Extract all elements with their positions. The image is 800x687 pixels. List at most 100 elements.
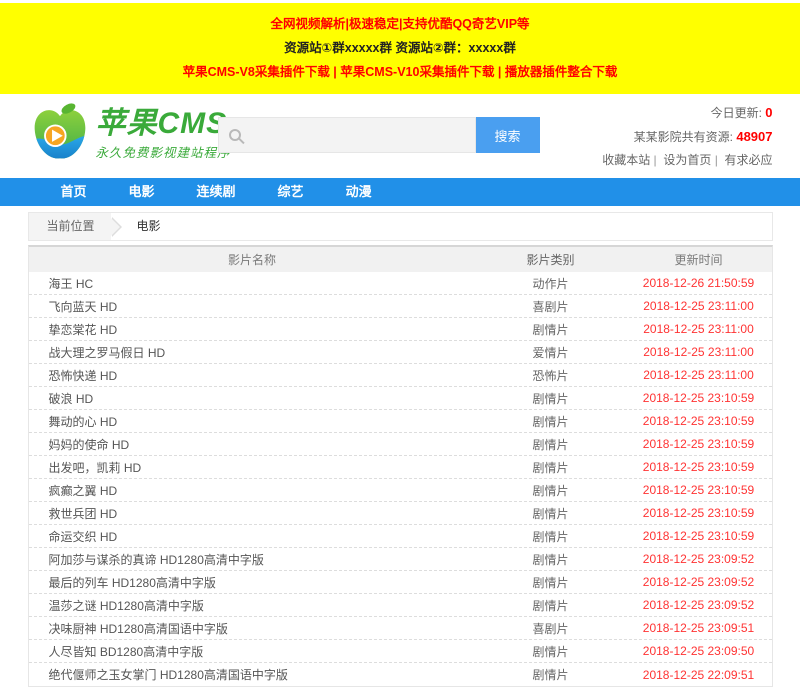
movie-name-link[interactable]: 海王 HC bbox=[29, 275, 476, 292]
movie-name-link[interactable]: 救世兵团 HD bbox=[29, 505, 476, 522]
quick-link[interactable]: 收藏本站 bbox=[602, 153, 650, 167]
today-update-label: 今日更新: bbox=[711, 106, 762, 120]
movie-category-link[interactable]: 动作片 bbox=[476, 275, 626, 292]
site-header: 苹果CMS 永久免费影视建站程序 搜索 今日更新: 0 某某影院共有资源: 48… bbox=[28, 94, 773, 178]
table-row[interactable]: 恐怖快递 HD 恐怖片 2018-12-25 23:11:00 bbox=[29, 364, 772, 387]
table-row[interactable]: 命运交织 HD 剧情片 2018-12-25 23:10:59 bbox=[29, 525, 772, 548]
table-row[interactable]: 战大理之罗马假日 HD 爱情片 2018-12-25 23:11:00 bbox=[29, 341, 772, 364]
nav-item[interactable]: 电影 bbox=[108, 178, 176, 206]
apple-play-logo-icon bbox=[30, 102, 90, 167]
movie-update-time: 2018-12-25 23:09:52 bbox=[626, 575, 772, 589]
table-row[interactable]: 救世兵团 HD 剧情片 2018-12-25 23:10:59 bbox=[29, 502, 772, 525]
movie-category-link[interactable]: 剧情片 bbox=[476, 413, 626, 430]
movie-update-time: 2018-12-25 22:09:51 bbox=[626, 668, 772, 682]
movie-name-link[interactable]: 恐怖快递 HD bbox=[29, 367, 476, 384]
movie-table-header: 影片名称 影片类别 更新时间 bbox=[29, 247, 772, 272]
table-row[interactable]: 人尽皆知 BD1280高清中字版 剧情片 2018-12-25 23:09:50 bbox=[29, 640, 772, 663]
search-button[interactable]: 搜索 bbox=[476, 117, 540, 153]
movie-category-link[interactable]: 剧情片 bbox=[476, 390, 626, 407]
movie-name-link[interactable]: 破浪 HD bbox=[29, 390, 476, 407]
search-icon bbox=[229, 129, 241, 141]
movie-table-body: 海王 HC 动作片 2018-12-26 21:50:59 飞向蓝天 HD 喜剧… bbox=[29, 272, 772, 686]
movie-category-link[interactable]: 剧情片 bbox=[476, 436, 626, 453]
movie-update-time: 2018-12-25 23:09:52 bbox=[626, 598, 772, 612]
movie-update-time: 2018-12-25 23:10:59 bbox=[626, 529, 772, 543]
breadcrumb-current-page[interactable]: 电影 bbox=[137, 213, 161, 240]
table-row[interactable]: 挚恋棠花 HD 剧情片 2018-12-25 23:11:00 bbox=[29, 318, 772, 341]
movie-update-time: 2018-12-25 23:10:59 bbox=[626, 414, 772, 428]
table-row[interactable]: 决味厨神 HD1280高清国语中字版 喜剧片 2018-12-25 23:09:… bbox=[29, 617, 772, 640]
movie-category-link[interactable]: 剧情片 bbox=[476, 505, 626, 522]
table-row[interactable]: 妈妈的使命 HD 剧情片 2018-12-25 23:10:59 bbox=[29, 433, 772, 456]
table-row[interactable]: 出发吧，凯莉 HD 剧情片 2018-12-25 23:10:59 bbox=[29, 456, 772, 479]
nav-item[interactable]: 综艺 bbox=[257, 178, 325, 206]
movie-update-time: 2018-12-25 23:11:00 bbox=[626, 345, 772, 359]
movie-name-link[interactable]: 战大理之罗马假日 HD bbox=[29, 344, 476, 361]
search-input[interactable] bbox=[241, 120, 475, 150]
nav-item[interactable]: 连续剧 bbox=[176, 178, 257, 206]
movie-name-link[interactable]: 绝代偃师之玉女掌门 HD1280高清国语中字版 bbox=[29, 666, 476, 683]
movie-category-link[interactable]: 剧情片 bbox=[476, 574, 626, 591]
movie-name-link[interactable]: 妈妈的使命 HD bbox=[29, 436, 476, 453]
search-bar: 搜索 bbox=[218, 117, 540, 153]
table-row[interactable]: 舞动的心 HD 剧情片 2018-12-25 23:10:59 bbox=[29, 410, 772, 433]
table-row[interactable]: 绝代偃师之玉女掌门 HD1280高清国语中字版 剧情片 2018-12-25 2… bbox=[29, 663, 772, 686]
today-update-stat: 今日更新: 0 bbox=[602, 101, 772, 125]
promo-banner: 全网视频解析|极速稳定|支持优酷QQ奇艺VIP等 资源站①群xxxxx群 资源站… bbox=[0, 3, 800, 94]
site-logo[interactable]: 苹果CMS 永久免费影视建站程序 bbox=[30, 102, 231, 167]
table-row[interactable]: 飞向蓝天 HD 喜剧片 2018-12-25 23:11:00 bbox=[29, 295, 772, 318]
header-movie-name: 影片名称 bbox=[29, 251, 476, 268]
movie-name-link[interactable]: 舞动的心 HD bbox=[29, 413, 476, 430]
movie-category-link[interactable]: 剧情片 bbox=[476, 321, 626, 338]
quick-link[interactable]: 有求必应 bbox=[711, 153, 772, 167]
movie-category-link[interactable]: 爱情片 bbox=[476, 344, 626, 361]
movie-category-link[interactable]: 剧情片 bbox=[476, 597, 626, 614]
movie-name-link[interactable]: 人尽皆知 BD1280高清中字版 bbox=[29, 643, 476, 660]
header-stats: 今日更新: 0 某某影院共有资源: 48907 收藏本站设为首页有求必应 bbox=[602, 101, 772, 172]
movie-update-time: 2018-12-25 23:09:52 bbox=[626, 552, 772, 566]
promo-line-1[interactable]: 全网视频解析|极速稳定|支持优酷QQ奇艺VIP等 bbox=[0, 12, 800, 36]
movie-category-link[interactable]: 喜剧片 bbox=[476, 620, 626, 637]
table-row[interactable]: 疯癫之翼 HD 剧情片 2018-12-25 23:10:59 bbox=[29, 479, 772, 502]
logo-title: 苹果CMS bbox=[96, 108, 231, 140]
promo-line-3[interactable]: 苹果CMS-V8采集插件下载 | 苹果CMS-V10采集插件下载 | 播放器插件… bbox=[0, 60, 800, 84]
movie-name-link[interactable]: 飞向蓝天 HD bbox=[29, 298, 476, 315]
logo-text: 苹果CMS 永久免费影视建站程序 bbox=[96, 108, 231, 161]
movie-name-link[interactable]: 最后的列车 HD1280高清中字版 bbox=[29, 574, 476, 591]
header-update-time: 更新时间 bbox=[626, 251, 772, 268]
movie-category-link[interactable]: 喜剧片 bbox=[476, 298, 626, 315]
movie-update-time: 2018-12-26 21:50:59 bbox=[626, 276, 772, 290]
movie-table: 影片名称 影片类别 更新时间 海王 HC 动作片 2018-12-26 21:5… bbox=[28, 245, 773, 687]
movie-category-link[interactable]: 恐怖片 bbox=[476, 367, 626, 384]
nav-items: 首页电影连续剧综艺动漫 bbox=[28, 178, 773, 206]
movie-name-link[interactable]: 温莎之谜 HD1280高清中字版 bbox=[29, 597, 476, 614]
movie-category-link[interactable]: 剧情片 bbox=[476, 482, 626, 499]
nav-item[interactable]: 首页 bbox=[40, 178, 108, 206]
table-row[interactable]: 破浪 HD 剧情片 2018-12-25 23:10:59 bbox=[29, 387, 772, 410]
movie-name-link[interactable]: 挚恋棠花 HD bbox=[29, 321, 476, 338]
table-row[interactable]: 温莎之谜 HD1280高清中字版 剧情片 2018-12-25 23:09:52 bbox=[29, 594, 772, 617]
total-resources-label: 某某影院共有资源: bbox=[634, 130, 733, 144]
movie-name-link[interactable]: 疯癫之翼 HD bbox=[29, 482, 476, 499]
search-input-wrap bbox=[218, 117, 476, 153]
movie-name-link[interactable]: 阿加莎与谋杀的真谛 HD1280高清中字版 bbox=[29, 551, 476, 568]
table-row[interactable]: 阿加莎与谋杀的真谛 HD1280高清中字版 剧情片 2018-12-25 23:… bbox=[29, 548, 772, 571]
movie-name-link[interactable]: 命运交织 HD bbox=[29, 528, 476, 545]
header-movie-category: 影片类别 bbox=[476, 251, 626, 268]
movie-name-link[interactable]: 出发吧，凯莉 HD bbox=[29, 459, 476, 476]
movie-category-link[interactable]: 剧情片 bbox=[476, 666, 626, 683]
quick-links: 收藏本站设为首页有求必应 bbox=[602, 149, 772, 172]
movie-update-time: 2018-12-25 23:10:59 bbox=[626, 506, 772, 520]
quick-link[interactable]: 设为首页 bbox=[650, 153, 711, 167]
movie-category-link[interactable]: 剧情片 bbox=[476, 459, 626, 476]
promo-line-2: 资源站①群xxxxx群 资源站②群：xxxxx群 bbox=[0, 36, 800, 60]
movie-category-link[interactable]: 剧情片 bbox=[476, 528, 626, 545]
logo-subtitle: 永久免费影视建站程序 bbox=[96, 142, 231, 161]
movie-name-link[interactable]: 决味厨神 HD1280高清国语中字版 bbox=[29, 620, 476, 637]
movie-update-time: 2018-12-25 23:11:00 bbox=[626, 299, 772, 313]
table-row[interactable]: 最后的列车 HD1280高清中字版 剧情片 2018-12-25 23:09:5… bbox=[29, 571, 772, 594]
nav-item[interactable]: 动漫 bbox=[325, 178, 393, 206]
table-row[interactable]: 海王 HC 动作片 2018-12-26 21:50:59 bbox=[29, 272, 772, 295]
movie-category-link[interactable]: 剧情片 bbox=[476, 643, 626, 660]
movie-category-link[interactable]: 剧情片 bbox=[476, 551, 626, 568]
